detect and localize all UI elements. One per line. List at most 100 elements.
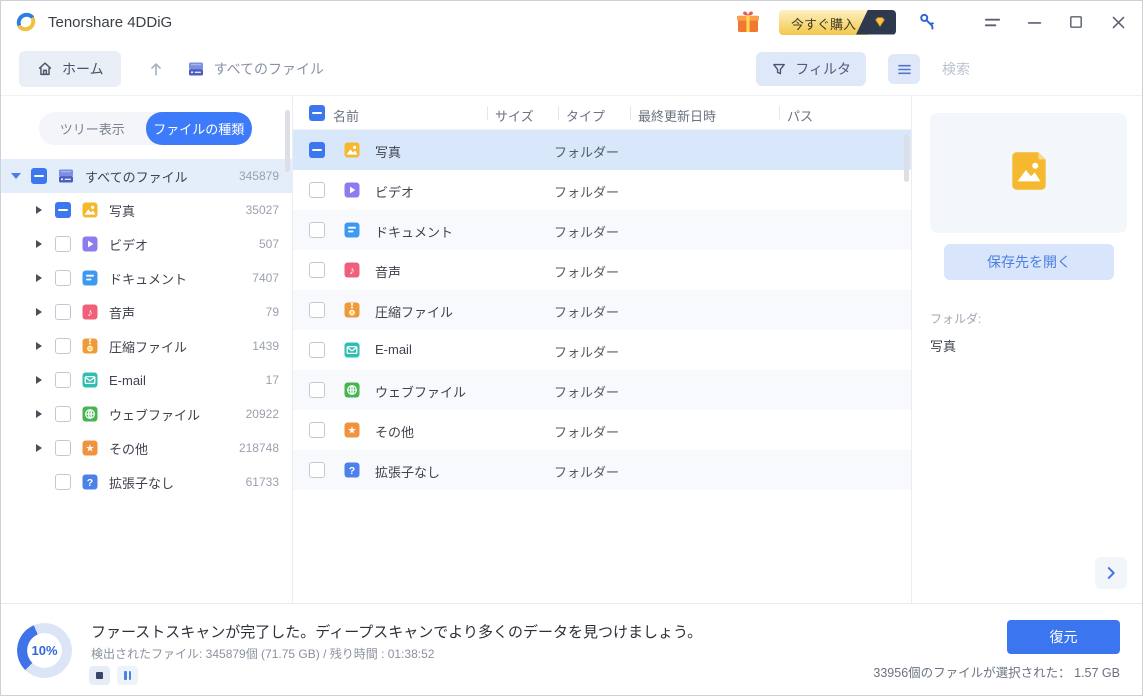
register-key-icon[interactable]: [916, 11, 938, 33]
checkbox[interactable]: [55, 270, 71, 286]
table-row-document[interactable]: ドキュメントフォルダー: [293, 210, 911, 250]
web-icon: [81, 405, 99, 423]
sidebar-item-count: 20922: [246, 407, 279, 421]
stop-scan-button[interactable]: [89, 666, 110, 685]
table-row-other[interactable]: ★その他フォルダー: [293, 410, 911, 450]
expand-caret-icon[interactable]: [35, 375, 45, 385]
svg-text:?: ?: [349, 465, 355, 477]
document-icon: [81, 269, 99, 287]
tab-file-types[interactable]: ファイルの種類: [146, 112, 253, 145]
table-row-archive[interactable]: 圧縮ファイルフォルダー: [293, 290, 911, 330]
expand-caret-icon[interactable]: [35, 273, 45, 283]
expand-caret-icon[interactable]: [35, 307, 45, 317]
checkbox[interactable]: [55, 202, 71, 218]
sidebar-item-no-extension[interactable]: ?拡張子なし61733: [1, 465, 292, 499]
sidebar-item-audio[interactable]: ♪音声79: [1, 295, 292, 329]
svg-text:♪: ♪: [349, 265, 355, 277]
filter-button[interactable]: フィルタ: [756, 52, 866, 86]
sidebar-scrollbar-thumb[interactable]: [285, 110, 290, 172]
checkbox[interactable]: [55, 338, 71, 354]
checkbox[interactable]: [309, 262, 325, 278]
document-icon: [343, 221, 361, 239]
checkbox[interactable]: [55, 406, 71, 422]
checkbox[interactable]: [309, 142, 325, 158]
sidebar-item-other[interactable]: ★その他218748: [1, 431, 292, 465]
table-row-video[interactable]: ビデオフォルダー: [293, 170, 911, 210]
column-header-modified[interactable]: 最終更新日時: [638, 106, 716, 125]
pause-scan-button[interactable]: [117, 666, 138, 685]
checkbox[interactable]: [309, 382, 325, 398]
recover-button[interactable]: 復元: [1007, 620, 1120, 654]
sidebar-item-count: 17: [266, 373, 279, 387]
checkbox[interactable]: [309, 302, 325, 318]
buy-now-button[interactable]: 今すぐ購入: [779, 10, 896, 35]
tab-tree-view[interactable]: ツリー表示: [39, 112, 146, 145]
checkbox[interactable]: [55, 474, 71, 490]
home-button[interactable]: ホーム: [19, 51, 121, 87]
column-header-path[interactable]: パス: [787, 106, 813, 125]
checkbox[interactable]: [55, 236, 71, 252]
sidebar-item-count: 61733: [246, 475, 279, 489]
row-type: フォルダー: [554, 262, 619, 281]
row-type: フォルダー: [554, 142, 619, 161]
sidebar-item-web[interactable]: ウェブファイル20922: [1, 397, 292, 431]
checkbox[interactable]: [309, 422, 325, 438]
checkbox[interactable]: [55, 372, 71, 388]
table-scrollbar-thumb[interactable]: [904, 134, 909, 182]
sidebar: ツリー表示 ファイルの種類 すべてのファイル 345879 写真35027ビデオ…: [1, 96, 293, 603]
checkbox[interactable]: [55, 304, 71, 320]
table-row-photo[interactable]: 写真フォルダー: [293, 130, 911, 170]
maximize-icon[interactable]: [1066, 12, 1086, 32]
row-type: フォルダー: [554, 462, 619, 481]
column-header-name[interactable]: 名前: [333, 106, 359, 125]
table-row-audio[interactable]: ♪ 音声 フォルダー: [293, 250, 911, 290]
navbar: ホーム すべてのファイル フィルタ: [1, 43, 1142, 96]
expand-caret-icon[interactable]: [35, 205, 45, 215]
select-all-checkbox[interactable]: [309, 105, 325, 121]
checkbox[interactable]: [31, 168, 47, 184]
column-header-type[interactable]: タイプ: [566, 106, 605, 125]
archive-icon: [81, 337, 99, 355]
checkbox[interactable]: [309, 182, 325, 198]
expand-caret-icon[interactable]: [35, 443, 45, 453]
next-page-button[interactable]: [1095, 557, 1127, 589]
row-type: フォルダー: [554, 382, 619, 401]
collapse-caret-icon[interactable]: [11, 171, 21, 181]
buy-now-label: 今すぐ購入: [779, 10, 868, 35]
expand-caret-icon[interactable]: [35, 409, 45, 419]
sidebar-item-count: 507: [259, 237, 279, 251]
titlebar: Tenorshare 4DDiG 今すぐ購入: [1, 1, 1142, 43]
row-name: 拡張子なし: [375, 462, 440, 481]
checkbox[interactable]: [55, 440, 71, 456]
row-name: ビデオ: [375, 182, 414, 201]
table-row-no-extension[interactable]: ? 拡張子なし フォルダー: [293, 450, 911, 490]
expand-caret-icon[interactable]: [35, 239, 45, 249]
email-icon: [81, 371, 99, 389]
close-icon[interactable]: [1108, 12, 1128, 32]
menu-icon[interactable]: [982, 12, 1002, 32]
open-save-location-button[interactable]: 保存先を開く: [944, 244, 1114, 280]
minimize-icon[interactable]: [1024, 12, 1044, 32]
sidebar-item-photo[interactable]: 写真35027: [1, 193, 292, 227]
search-input[interactable]: [942, 61, 1123, 77]
sidebar-item-email[interactable]: E-mail17: [1, 363, 292, 397]
preview-panel: 保存先を開く フォルダ: 写真: [911, 96, 1142, 603]
table-row-web[interactable]: ウェブファイルフォルダー: [293, 370, 911, 410]
up-arrow-icon[interactable]: [147, 60, 165, 78]
column-header-size[interactable]: サイズ: [495, 106, 534, 125]
sidebar-item-all-files[interactable]: すべてのファイル 345879: [1, 159, 292, 193]
row-name: 音声: [375, 262, 401, 281]
checkbox[interactable]: [309, 222, 325, 238]
sidebar-item-document[interactable]: ドキュメント7407: [1, 261, 292, 295]
sidebar-item-video[interactable]: ビデオ507: [1, 227, 292, 261]
checkbox[interactable]: [309, 462, 325, 478]
checkbox[interactable]: [309, 342, 325, 358]
breadcrumb[interactable]: すべてのファイル: [187, 59, 324, 79]
gift-icon[interactable]: [735, 9, 761, 35]
list-view-button[interactable]: [888, 54, 920, 84]
sidebar-tabs: ツリー表示 ファイルの種類: [39, 112, 252, 145]
sidebar-item-label: 圧縮ファイル: [109, 337, 187, 356]
sidebar-item-archive[interactable]: 圧縮ファイル1439: [1, 329, 292, 363]
table-row-email[interactable]: E-mailフォルダー: [293, 330, 911, 370]
expand-caret-icon[interactable]: [35, 341, 45, 351]
